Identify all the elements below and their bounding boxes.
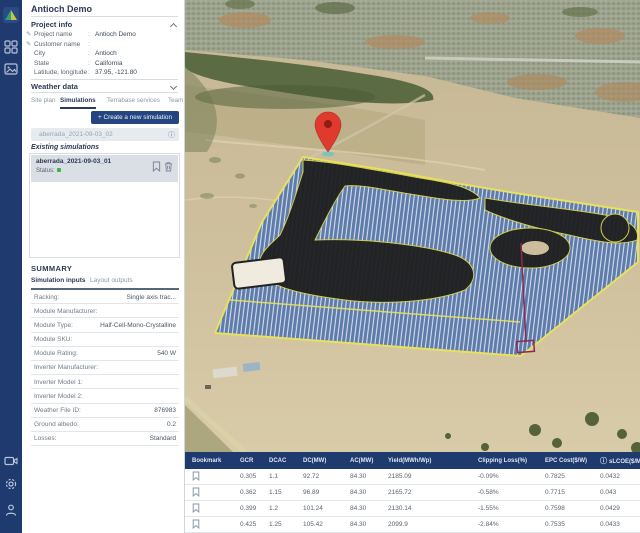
simulation-card[interactable]: aberrada_2021-09-03_01 Status: bbox=[31, 155, 178, 182]
pending-simulation-name: aberrada_2021-09-03_02 bbox=[39, 131, 113, 138]
bookmark-icon[interactable] bbox=[192, 487, 200, 497]
divider bbox=[31, 16, 178, 17]
info-row-project-name: ✎ Project name : Antioch Demo bbox=[26, 31, 180, 40]
existing-simulations-heading: Existing simulations bbox=[31, 144, 99, 151]
colon: : bbox=[88, 41, 90, 48]
info-label: Project name bbox=[34, 31, 72, 38]
bookmark-icon[interactable] bbox=[192, 503, 200, 513]
results-table: Bookmark GCR DCAC DC(MW) AC(MW) Yield(MW… bbox=[185, 452, 640, 533]
info-icon[interactable]: ⓘ bbox=[600, 458, 607, 465]
simulation-name: aberrada_2021-09-03_01 bbox=[36, 158, 111, 165]
bookmark-icon[interactable] bbox=[192, 519, 200, 529]
tab-team[interactable]: Team bbox=[168, 97, 183, 104]
cleared-area bbox=[232, 257, 287, 289]
summary-row-inverter-manufacturer: Inverter Manufacturer: bbox=[31, 361, 179, 375]
col-yield: Yield(MWh/Wp) bbox=[388, 458, 478, 464]
table-row[interactable]: 0.3621.15 96.8984.30 2165.72-0.58% 0.771… bbox=[185, 485, 640, 501]
trash-icon[interactable] bbox=[164, 161, 173, 172]
tab-site-plan[interactable]: Site plan bbox=[31, 97, 56, 104]
apps-grid-icon[interactable] bbox=[4, 40, 18, 54]
satellite-map-view[interactable] bbox=[185, 0, 640, 452]
info-value: Antioch bbox=[95, 50, 117, 57]
pencil-icon[interactable]: ✎ bbox=[26, 30, 31, 38]
summary-row-module-sku: Module SKU: bbox=[31, 333, 179, 347]
divider bbox=[31, 92, 178, 93]
tab-simulation-inputs[interactable]: Simulation inputs bbox=[31, 277, 86, 284]
info-value: 37.95, -121.80 bbox=[95, 69, 137, 76]
simulation-list: aberrada_2021-09-03_01 Status: bbox=[29, 153, 180, 258]
info-icon[interactable]: ⓘ bbox=[168, 130, 175, 140]
results-table-header: Bookmark GCR DCAC DC(MW) AC(MW) Yield(MW… bbox=[185, 452, 640, 469]
simulation-status: Status: bbox=[36, 168, 61, 174]
summary-row-module-type: Module Type:Half-Cell-Mono-Crystalline bbox=[31, 318, 179, 332]
col-dcac: DCAC bbox=[269, 458, 303, 464]
tab-simulations[interactable]: Simulations bbox=[60, 97, 96, 104]
info-label: Customer name bbox=[34, 41, 80, 48]
table-row[interactable]: 0.4251.25 105.4284.30 2099.9-2.84% 0.753… bbox=[185, 517, 640, 533]
page-title: Antioch Demo bbox=[31, 4, 92, 14]
summary-list: Racking:Single axis trac... Module Manuf… bbox=[31, 290, 179, 446]
settings-gear-icon[interactable] bbox=[4, 477, 18, 491]
summary-row-ground-albedo: Ground albedo:0.2 bbox=[31, 418, 179, 432]
col-epc: EPC Cost($/W) bbox=[545, 458, 600, 464]
project-panel: Antioch Demo Project info ✎ Project name… bbox=[22, 0, 185, 533]
summary-row-inverter-model-1: Inverter Model 1: bbox=[31, 375, 179, 389]
table-row[interactable]: 0.3991.2 101.2484.30 2130.14-1.55% 0.759… bbox=[185, 501, 640, 517]
profile-icon[interactable] bbox=[4, 503, 18, 517]
info-label: Latitude, longitude bbox=[34, 69, 87, 76]
status-dot bbox=[57, 168, 61, 172]
summary-tab-bar: Simulation inputs Layout outputs bbox=[22, 276, 184, 288]
project-info-header: Project info bbox=[31, 20, 72, 29]
bookmark-icon[interactable] bbox=[152, 161, 161, 172]
summary-row-module-manufacturer: Module Manufacturer: bbox=[31, 304, 179, 318]
colon: : bbox=[88, 69, 90, 76]
col-bookmark: Bookmark bbox=[185, 458, 240, 464]
video-icon[interactable] bbox=[4, 454, 18, 468]
info-label: State bbox=[34, 60, 49, 67]
col-lcoe: ⓘsLCOE($/MWh) bbox=[600, 456, 640, 466]
summary-row-module-rating: Module Rating:540 W bbox=[31, 347, 179, 361]
tab-terrabase-services[interactable]: Terrabase services bbox=[107, 97, 160, 104]
bookmark-icon[interactable] bbox=[192, 471, 200, 481]
col-dc: DC(MW) bbox=[303, 458, 350, 464]
active-tab-underline bbox=[60, 107, 96, 109]
col-gcr: GCR bbox=[240, 458, 269, 464]
exclusion-hole bbox=[521, 241, 549, 255]
pending-simulation-field[interactable]: aberrada_2021-09-03_02 ⓘ bbox=[31, 128, 179, 141]
chevron-down-icon[interactable] bbox=[170, 83, 177, 90]
info-value: California bbox=[95, 60, 122, 67]
left-icon-rail bbox=[0, 0, 22, 533]
summary-heading: SUMMARY bbox=[31, 264, 72, 273]
app-window: Antioch Demo Project info ✎ Project name… bbox=[0, 0, 640, 533]
divider bbox=[31, 79, 178, 80]
colon: : bbox=[88, 50, 90, 57]
pencil-icon[interactable]: ✎ bbox=[26, 40, 31, 48]
info-row-state: State : California bbox=[26, 60, 180, 69]
weather-data-header[interactable]: Weather data bbox=[31, 82, 78, 91]
chevron-up-icon[interactable] bbox=[170, 23, 177, 30]
map-gallery-icon[interactable] bbox=[4, 62, 18, 76]
info-row-city: City : Antioch bbox=[26, 50, 180, 59]
panel-tab-bar: Site plan Simulations Terrabase services… bbox=[22, 95, 184, 108]
terabase-logo-icon[interactable] bbox=[3, 7, 19, 23]
colon: : bbox=[88, 31, 90, 38]
col-clipping: Clipping Loss(%) bbox=[478, 458, 545, 464]
tab-layout-outputs[interactable]: Layout outputs bbox=[90, 277, 133, 284]
info-label: City bbox=[34, 50, 45, 57]
colon: : bbox=[88, 60, 90, 67]
col-ac: AC(MW) bbox=[350, 458, 388, 464]
summary-row-weather-file: Weather File ID:876983 bbox=[31, 404, 179, 418]
info-row-lat-long: Latitude, longitude : 37.95, -121.80 bbox=[26, 69, 180, 78]
create-simulation-button[interactable]: + Create a new simulation bbox=[91, 111, 179, 124]
summary-row-inverter-model-2: Inverter Model 2: bbox=[31, 389, 179, 403]
info-value: Antioch Demo bbox=[95, 31, 136, 38]
summary-row-racking: Racking:Single axis trac... bbox=[31, 290, 179, 304]
summary-row-losses: Losses:Standard bbox=[31, 432, 179, 446]
info-row-customer-name: ✎ Customer name : bbox=[26, 41, 180, 50]
table-row[interactable]: 0.3051.1 92.7284.30 2185.09-0.09% 0.7825… bbox=[185, 469, 640, 485]
